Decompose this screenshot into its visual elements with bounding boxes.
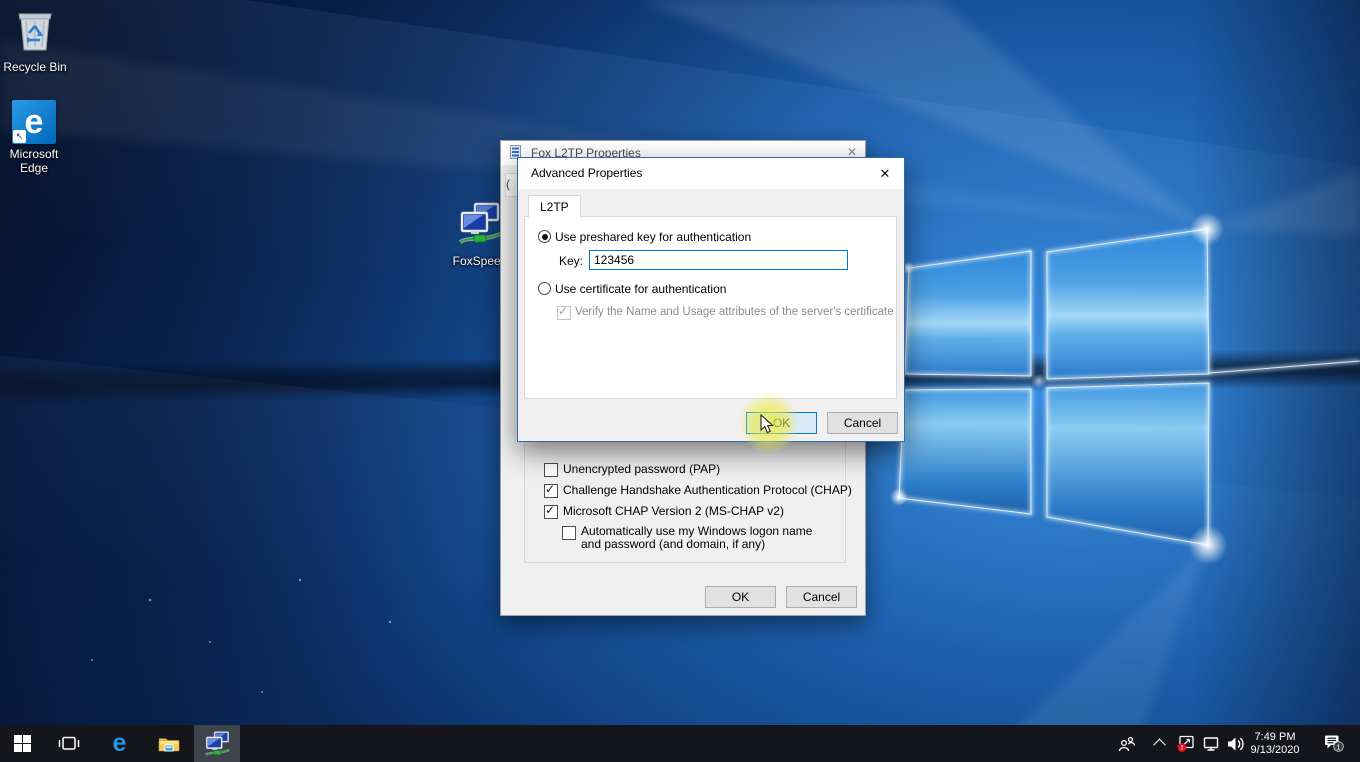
key-input[interactable] bbox=[589, 250, 848, 270]
taskbar-edge-button[interactable]: e bbox=[97, 725, 142, 762]
desktop-icon-microsoft-edge[interactable]: e ↖ Microsoft Edge bbox=[1, 100, 67, 175]
radio-certificate[interactable] bbox=[538, 282, 551, 295]
dialog-titlebar[interactable]: Advanced Properties ✕ bbox=[518, 158, 904, 189]
speaker-icon bbox=[1226, 736, 1245, 752]
key-label: Key: bbox=[559, 254, 583, 268]
close-icon[interactable]: ✕ bbox=[872, 163, 898, 184]
checkbox-box[interactable]: ✓ bbox=[544, 505, 558, 519]
network-status-icon bbox=[1202, 736, 1220, 752]
taskbar: e bbox=[0, 725, 1360, 762]
checkbox-label: Microsoft CHAP Version 2 (MS-CHAP v2) bbox=[563, 504, 784, 518]
taskbar-clock[interactable]: 7:49 PM 9/13/2020 bbox=[1243, 725, 1307, 762]
action-center-icon: 1 bbox=[1323, 734, 1345, 753]
windows-logo-icon bbox=[14, 735, 31, 752]
advanced-properties-dialog: Advanced Properties ✕ L2TP Use preshared… bbox=[517, 157, 905, 442]
verify-checkbox-label: Verify the Name and Usage attributes of … bbox=[575, 305, 894, 319]
task-view-button[interactable] bbox=[46, 725, 91, 762]
tray-alert-button[interactable]: ! bbox=[1172, 725, 1198, 762]
checkbox-label: Challenge Handshake Authentication Proto… bbox=[563, 483, 852, 497]
edge-tile-icon: e ↖ bbox=[12, 100, 56, 144]
checkbox-label: Unencrypted password (PAP) bbox=[563, 462, 720, 476]
desktop-icon-label: Microsoft Edge bbox=[4, 147, 64, 175]
ok-button[interactable]: OK bbox=[705, 586, 776, 608]
desktop-icon-label: Recycle Bin bbox=[2, 60, 68, 74]
mouse-cursor bbox=[760, 414, 776, 434]
check-icon: ✓ bbox=[558, 304, 568, 318]
start-button[interactable] bbox=[0, 725, 45, 762]
tray-show-hidden-icons-button[interactable] bbox=[1148, 725, 1170, 762]
cancel-button[interactable]: Cancel bbox=[827, 412, 898, 434]
radio-label: Use preshared key for authentication bbox=[555, 230, 751, 244]
people-button[interactable] bbox=[1112, 725, 1142, 762]
cancel-button[interactable]: Cancel bbox=[786, 586, 857, 608]
tray-network-button[interactable] bbox=[1198, 725, 1224, 762]
tab-l2tp[interactable]: L2TP bbox=[528, 195, 581, 218]
wallpaper-right-shade bbox=[1190, 0, 1360, 762]
task-view-icon bbox=[58, 735, 80, 752]
people-icon bbox=[1118, 736, 1136, 752]
desktop: Recycle Bin e ↖ Microsoft Edge FoxSpeed bbox=[0, 0, 1360, 762]
file-explorer-icon bbox=[158, 735, 180, 753]
clock-time: 7:49 PM bbox=[1255, 731, 1296, 744]
edge-icon: e bbox=[113, 725, 127, 762]
verify-checkbox-box: ✓ bbox=[557, 306, 571, 320]
checkbox-box[interactable] bbox=[544, 463, 558, 477]
alert-badge-text: ! bbox=[1180, 743, 1183, 752]
chevron-up-icon bbox=[1153, 739, 1166, 752]
check-icon: ✓ bbox=[545, 482, 555, 496]
taskbar-network-app-button[interactable] bbox=[194, 725, 240, 762]
shortcut-arrow-icon: ↖ bbox=[13, 130, 26, 143]
dialog-title: Advanced Properties bbox=[531, 166, 642, 180]
radio-label: Use certificate for authentication bbox=[555, 282, 726, 296]
notification-count: 1 bbox=[1336, 742, 1340, 751]
clock-date: 9/13/2020 bbox=[1251, 744, 1300, 757]
checkbox-pap[interactable]: Unencrypted password (PAP) bbox=[544, 462, 720, 477]
network-connection-icon bbox=[458, 202, 502, 246]
checkbox-auto-logon[interactable]: Automatically use my Windows logon name … bbox=[562, 525, 829, 551]
radio-preshared-key[interactable] bbox=[538, 230, 551, 243]
checkbox-chap[interactable]: ✓ Challenge Handshake Authentication Pro… bbox=[544, 483, 852, 498]
action-center-button[interactable]: 1 bbox=[1314, 725, 1354, 762]
taskbar-file-explorer-button[interactable] bbox=[146, 725, 191, 762]
alert-badge-icon: ! bbox=[1176, 735, 1195, 753]
checkbox-box[interactable]: ✓ bbox=[544, 484, 558, 498]
check-icon: ✓ bbox=[545, 503, 555, 517]
recycle-bin-icon bbox=[14, 6, 56, 52]
checkbox-box[interactable] bbox=[562, 526, 576, 540]
desktop-icon-recycle-bin[interactable]: Recycle Bin bbox=[2, 6, 68, 74]
network-connection-icon bbox=[204, 731, 231, 757]
checkbox-label: Automatically use my Windows logon name … bbox=[581, 525, 829, 551]
checkbox-mschap2[interactable]: ✓ Microsoft CHAP Version 2 (MS-CHAP v2) bbox=[544, 504, 784, 519]
